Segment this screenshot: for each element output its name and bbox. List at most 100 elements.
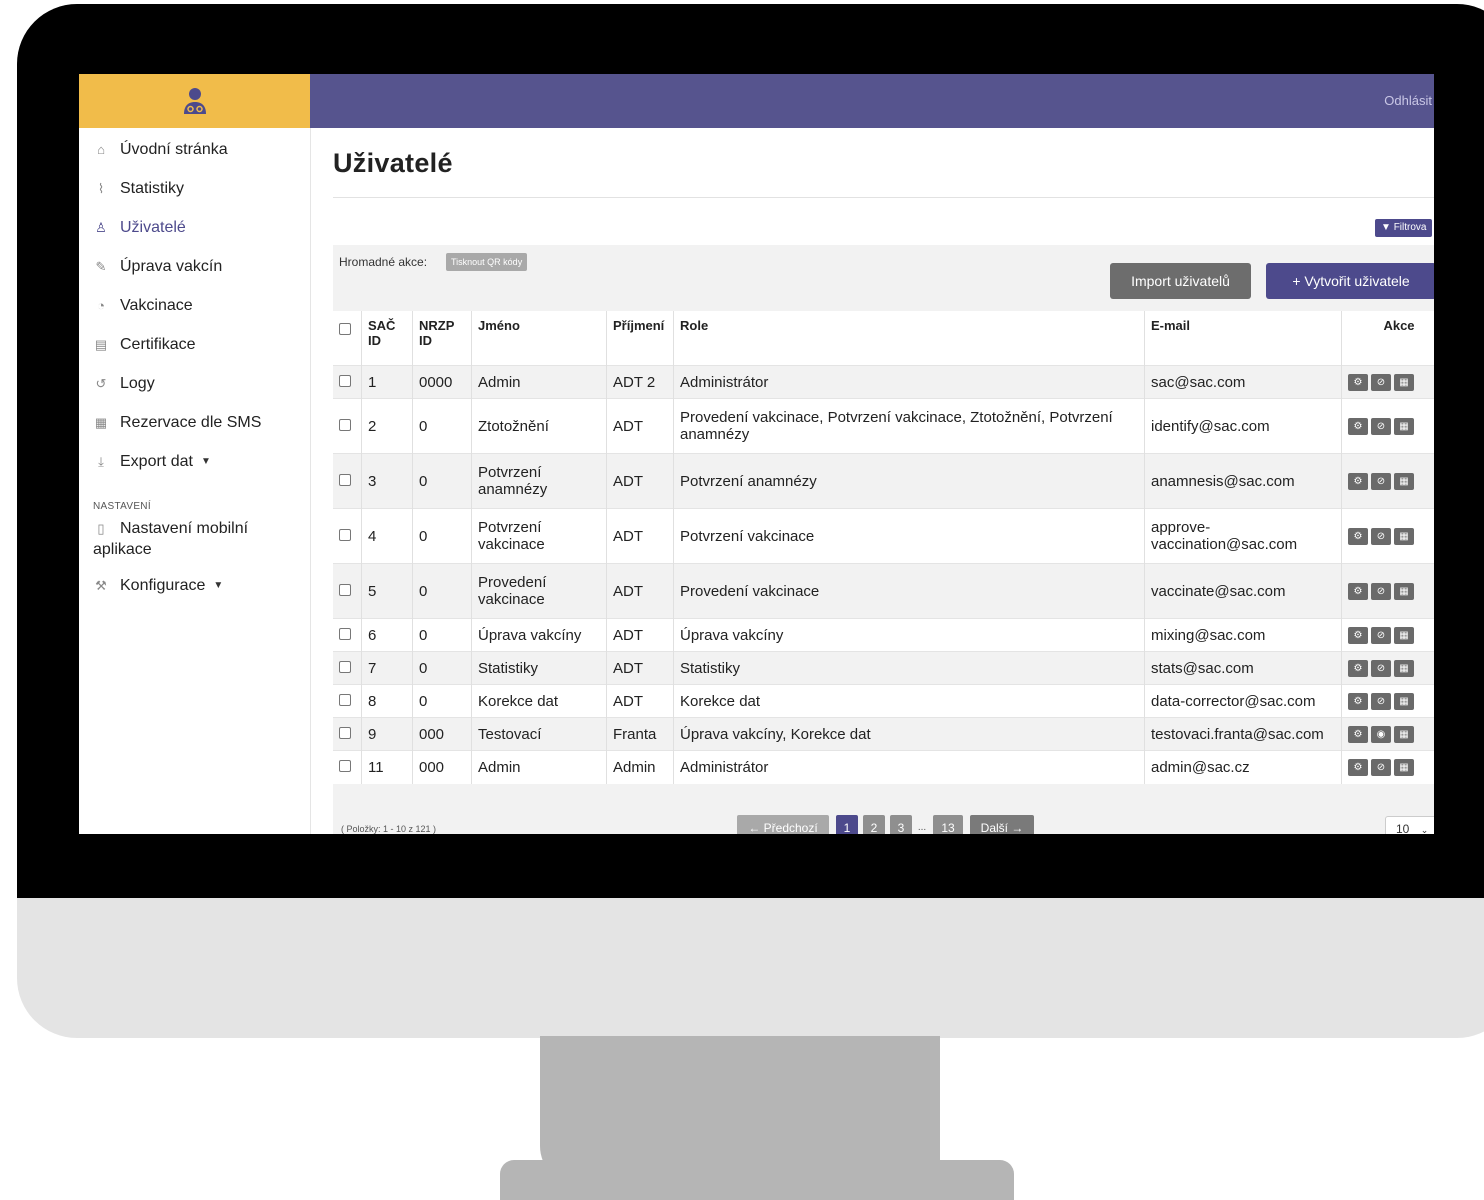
eye-slash-icon[interactable]: ⊘ [1371,373,1391,391]
qr-grid-icon[interactable]: ▦ [1394,725,1414,743]
qr-grid-icon[interactable]: ▦ [1394,659,1414,677]
eye-slash-icon[interactable]: ⊘ [1371,527,1391,545]
table-row[interactable]: 1 0000 Admin ADT 2 Administrátor sac@sac.com ⚙… [333,365,1434,399]
cell-surname: ADT [606,453,674,509]
edit-gear-icon[interactable]: ⚙ [1348,659,1368,677]
row-checkbox[interactable] [339,528,351,541]
qr-grid-icon[interactable]: ▦ [1394,582,1414,600]
table-header-row: SAČ ID NRZP ID Jméno Příjmení Role E-mail … [333,311,1434,366]
sidebar-item-history[interactable]: ↺ Logy [79,364,310,403]
edit-gear-icon[interactable]: ⚙ [1348,725,1368,743]
wrench-icon: ⚒ [95,577,107,593]
pagination: ( Položky: 1 - 10 z 121 ) ← Předchozí 1 … [333,815,1434,834]
col-sac-id[interactable]: SAČ ID [361,311,413,366]
edit-gear-icon[interactable]: ⚙ [1348,373,1368,391]
create-user-button[interactable]: + Vytvořit uživatele [1266,263,1434,299]
cell-nrzp-id: 0000 [412,365,472,399]
cell-role: Potvrzení vakcinace [673,508,1145,564]
table-row[interactable]: 8 0 Korekce dat ADT Korekce dat data-correcto… [333,684,1434,718]
eye-slash-icon[interactable]: ⊘ [1371,417,1391,435]
edit-gear-icon[interactable]: ⚙ [1348,472,1368,490]
table-row[interactable]: 4 0 Potvrzení vakcinace ADT Potvrzení vakcin… [333,508,1434,564]
table-row[interactable]: 9 000 Testovací Franta Úprava vakcíny, Korek… [333,717,1434,751]
table-row[interactable]: 2 0 Ztotožnění ADT Provedení vakcinace, Potv… [333,398,1434,454]
per-page-select[interactable]: 10 ⌄ [1385,816,1434,834]
page-13-button[interactable]: 13 [933,815,963,834]
qr-grid-icon[interactable]: ▦ [1394,692,1414,710]
edit-gear-icon[interactable]: ⚙ [1348,527,1368,545]
cell-name: Admin [471,365,607,399]
doctor-logo-icon [183,88,206,114]
sidebar-item-users[interactable]: ♙ Uživatelé [79,208,310,247]
col-role[interactable]: Role [673,311,1145,366]
sidebar-item-chart[interactable]: ⌇ Statistiky [79,169,310,208]
col-email[interactable]: E-mail [1144,311,1342,366]
prev-page-button[interactable]: ← Předchozí [737,815,829,834]
sidebar-item-label: Úvodní stránka [120,140,228,158]
cell-email: mixing@sac.com [1144,618,1342,652]
page-3-button[interactable]: 3 [890,815,912,834]
eye-icon[interactable]: ◉ [1371,725,1391,743]
eye-slash-icon[interactable]: ⊘ [1371,759,1391,777]
row-checkbox[interactable] [339,473,351,486]
qr-grid-icon[interactable]: ▦ [1394,626,1414,644]
logout-link[interactable]: Odhlásit [1384,93,1432,108]
top-navbar: Odhlásit [310,74,1434,128]
edit-gear-icon[interactable]: ⚙ [1348,582,1368,600]
table-row[interactable]: 5 0 Provedení vakcinace ADT Provedení vakcin… [333,563,1434,619]
cell-actions: ⚙ ⊘ ▦ [1341,398,1434,454]
row-checkbox[interactable] [339,660,351,673]
import-users-button[interactable]: Import uživatelů [1110,263,1251,299]
qr-grid-icon[interactable]: ▦ [1394,417,1414,435]
edit-gear-icon[interactable]: ⚙ [1348,626,1368,644]
eye-slash-icon[interactable]: ⊘ [1371,692,1391,710]
sidebar-item-certificate[interactable]: ▤ Certifikace [79,325,310,364]
table-row[interactable]: 3 0 Potvrzení anamnézy ADT Potvrzení anamnéz… [333,453,1434,509]
qr-grid-icon[interactable]: ▦ [1394,472,1414,490]
table-row[interactable]: 7 0 Statistiky ADT Statistiky stats@sac.com ⚙ ⊘… [333,651,1434,685]
row-checkbox[interactable] [339,759,351,772]
cell-role: Statistiky [673,651,1145,685]
sidebar-item-user-circle[interactable]: ◔ Vakcinace [79,286,310,325]
cell-actions: ⚙ ⊘ ▦ [1341,563,1434,619]
row-checkbox[interactable] [339,583,351,596]
col-nrzp-id[interactable]: NRZP ID [412,311,472,366]
next-page-button[interactable]: Další → [970,815,1034,834]
row-checkbox[interactable] [339,693,351,706]
sidebar-item-download[interactable]: ⤓ Export dat ▼ [79,442,310,481]
eye-slash-icon[interactable]: ⊘ [1371,626,1391,644]
sidebar-item-mobile-settings[interactable]: ▯ Nastavení mobilní aplikace [79,518,310,560]
row-checkbox[interactable] [339,374,351,387]
page-2-button[interactable]: 2 [863,815,885,834]
col-surname[interactable]: Příjmení [606,311,674,366]
sidebar-item-home[interactable]: ⌂ Úvodní stránka [79,130,310,169]
eye-slash-icon[interactable]: ⊘ [1371,582,1391,600]
row-checkbox[interactable] [339,418,351,431]
qr-grid-icon[interactable]: ▦ [1394,527,1414,545]
filter-button[interactable]: ▼ Filtrova [1375,219,1433,237]
users-table: SAČ ID NRZP ID Jméno Příjmení Role E-mail … [333,311,1434,784]
page-1-button[interactable]: 1 [836,815,858,834]
cell-surname: Franta [606,717,674,751]
select-all-checkbox[interactable] [339,323,351,335]
table-row[interactable]: 11 000 Admin Admin Administrátor admin@sac.cz… [333,750,1434,784]
col-name[interactable]: Jméno [471,311,607,366]
edit-gear-icon[interactable]: ⚙ [1348,417,1368,435]
eye-slash-icon[interactable]: ⊘ [1371,472,1391,490]
edit-gear-icon[interactable]: ⚙ [1348,692,1368,710]
app-logo[interactable] [79,74,310,128]
sidebar-item-config[interactable]: ⚒ Konfigurace ▼ [79,566,310,605]
sidebar-item-pen[interactable]: ✎ Úprava vakcín [79,247,310,286]
edit-gear-icon[interactable]: ⚙ [1348,759,1368,777]
sidebar-item-label: Vakcinace [120,296,193,314]
row-checkbox[interactable] [339,726,351,739]
qr-grid-icon[interactable]: ▦ [1394,373,1414,391]
table-row[interactable]: 6 0 Úprava vakcíny ADT Úprava vakcíny mixing@… [333,618,1434,652]
cell-email: data-corrector@sac.com [1144,684,1342,718]
cell-email: anamnesis@sac.com [1144,453,1342,509]
row-checkbox[interactable] [339,627,351,640]
qr-grid-icon[interactable]: ▦ [1394,759,1414,777]
eye-slash-icon[interactable]: ⊘ [1371,659,1391,677]
print-qr-button[interactable]: Tisknout QR kódy [446,253,528,271]
sidebar-item-calendar[interactable]: ▦ Rezervace dle SMS [79,403,310,442]
